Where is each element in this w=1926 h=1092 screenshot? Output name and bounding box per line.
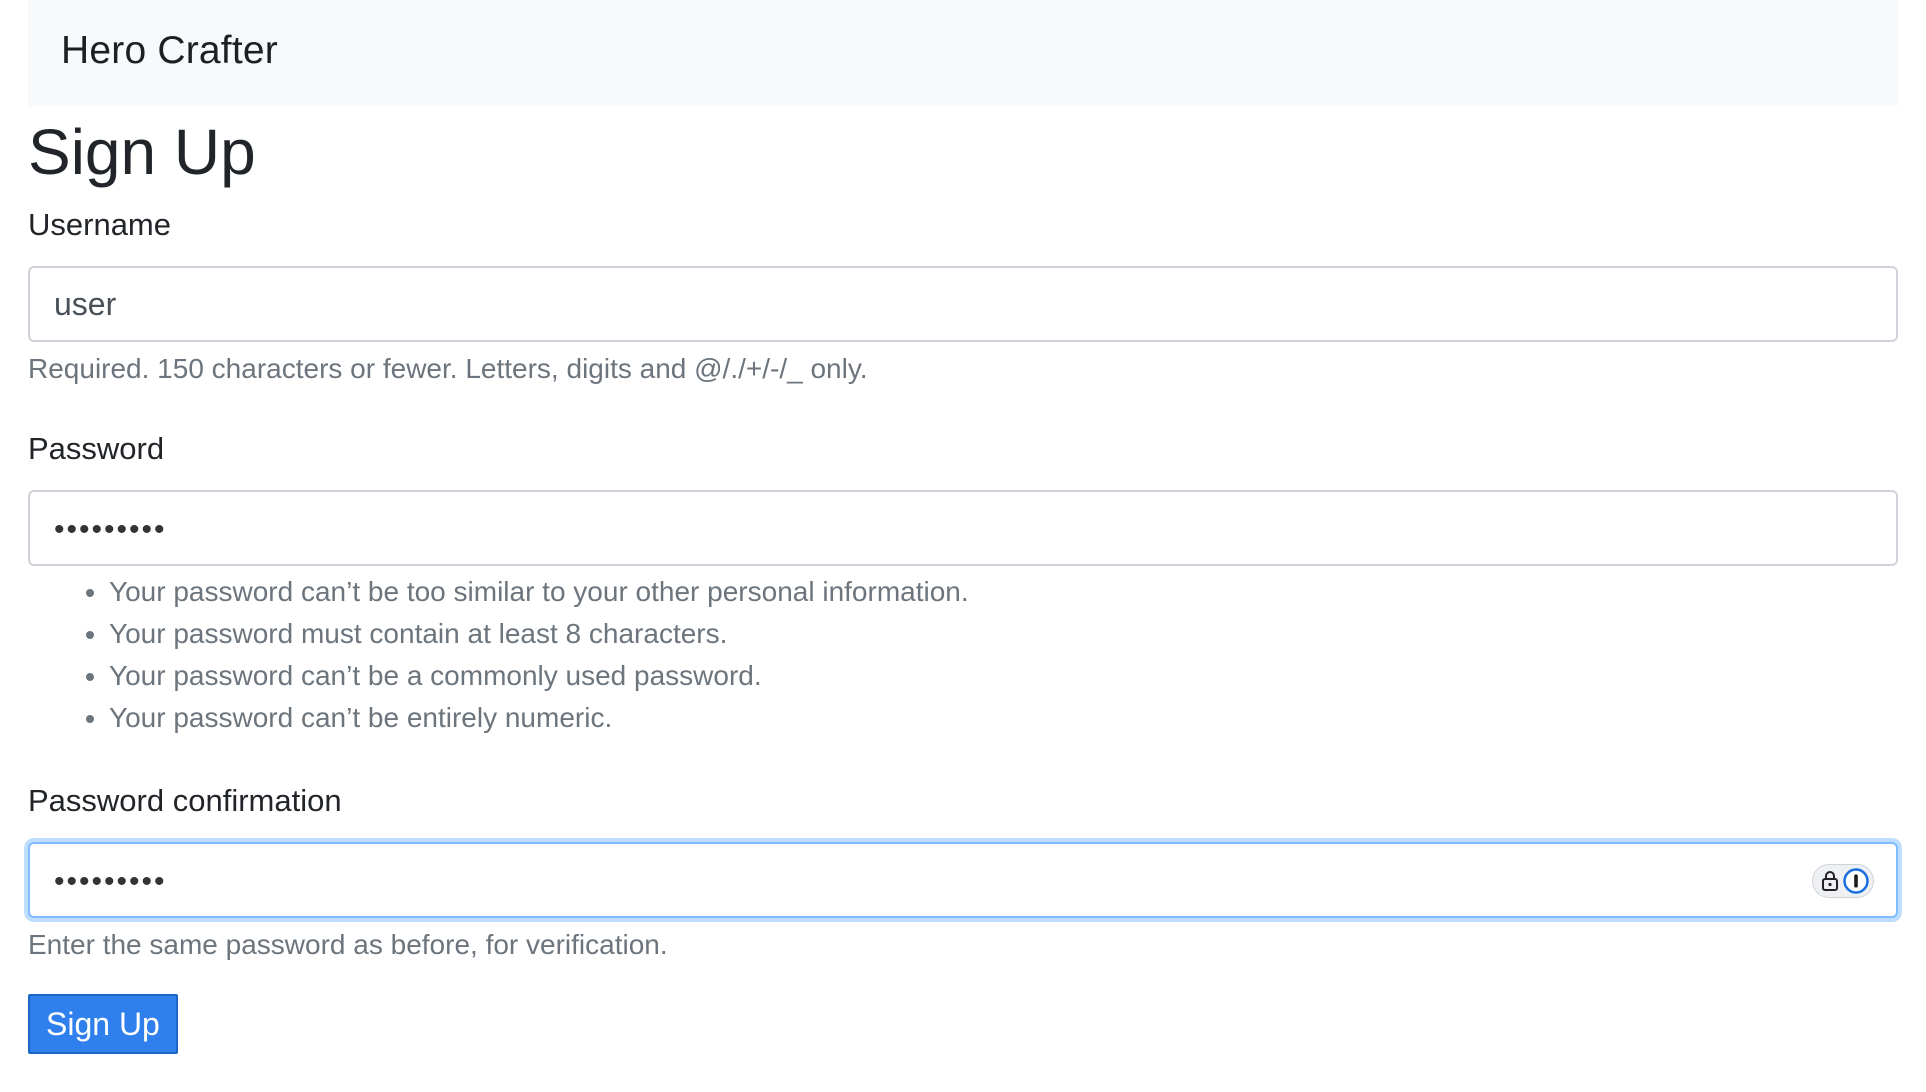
navbar: Hero Crafter	[28, 0, 1898, 106]
password-confirmation-help-text: Enter the same password as before, for v…	[28, 929, 668, 960]
page-title: Sign Up	[28, 116, 256, 188]
password-manager-badge[interactable]	[1812, 864, 1874, 898]
username-label: Username	[28, 207, 171, 242]
sign-up-button[interactable]: Sign Up	[28, 994, 178, 1054]
page: Hero Crafter Sign Up Username user Requi…	[0, 0, 1926, 1092]
password-help-item: Your password must contain at least 8 ch…	[109, 613, 969, 655]
password-help-list: Your password can’t be too similar to yo…	[28, 571, 969, 739]
password-label: Password	[28, 431, 165, 466]
username-input[interactable]: user	[28, 266, 1898, 342]
password-help-item: Your password can’t be entirely numeric.	[109, 697, 969, 739]
brand-link[interactable]: Hero Crafter	[61, 28, 278, 74]
username-help-text: Required. 150 characters or fewer. Lette…	[28, 353, 868, 384]
lock-icon	[1821, 871, 1839, 891]
password-help-item: Your password can’t be a commonly used p…	[109, 655, 969, 697]
password-help-item: Your password can’t be too similar to yo…	[109, 571, 969, 613]
password-masked-value: •••••••••	[54, 513, 167, 546]
password-confirmation-input[interactable]: •••••••••	[28, 842, 1898, 918]
password-confirmation-label: Password confirmation	[28, 783, 342, 818]
password-input[interactable]: •••••••••	[28, 490, 1898, 566]
password-manager-icon	[1843, 868, 1869, 894]
password-confirmation-masked-value: •••••••••	[54, 865, 167, 898]
username-value: user	[54, 286, 117, 322]
